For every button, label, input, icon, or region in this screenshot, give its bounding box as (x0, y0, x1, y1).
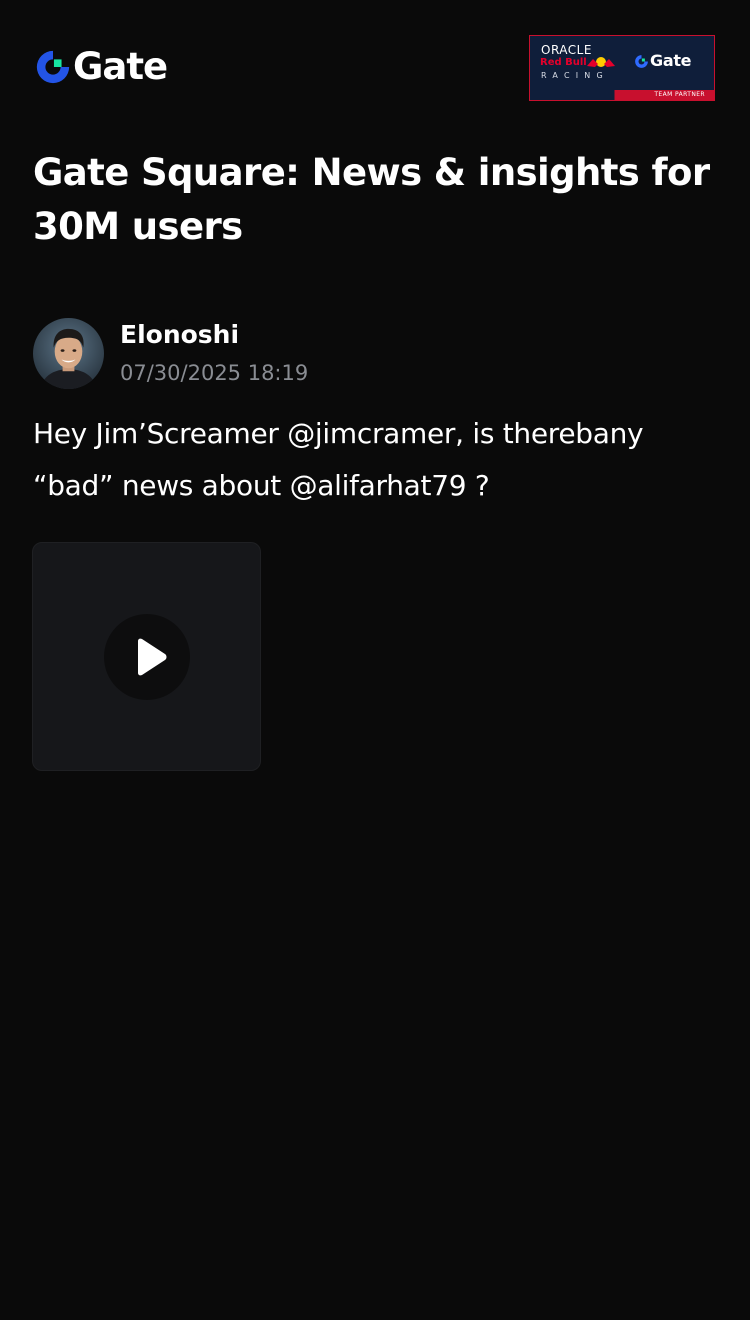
brand-name: Gate (73, 45, 168, 88)
team-partner-label: TEAM PARTNER (654, 91, 705, 98)
post-body: Hey Jim’Screamer @jimcramer, is thereban… (33, 417, 644, 502)
gate-logo-small-icon (635, 54, 648, 68)
author-name[interactable]: Elonoshi (120, 319, 239, 351)
gate-logo-icon (36, 50, 70, 84)
user-avatar[interactable] (33, 318, 104, 389)
redbull-bulls-icon (587, 57, 615, 67)
racing-label: RACING (541, 71, 609, 80)
brand-logo[interactable]: Gate (34, 45, 168, 88)
post-author: Elonoshi 07/30/2025 18:19 (33, 318, 723, 390)
video-thumbnail[interactable] (32, 542, 261, 771)
app-header: Gate ORACLE Red Bull RACING Gate TEAM PA… (0, 0, 750, 130)
partner-gate-logo: Gate (634, 51, 692, 71)
partner-gate-label: Gate (650, 51, 692, 70)
oracle-label: ORACLE (541, 43, 592, 57)
post-timestamp: 07/30/2025 18:19 (120, 361, 309, 385)
page-title: Gate Square: News & insights for 30M use… (33, 151, 710, 248)
play-button[interactable] (104, 614, 190, 700)
play-icon (138, 638, 167, 676)
redbull-label: Red Bull (540, 57, 587, 68)
partner-banner[interactable]: ORACLE Red Bull RACING Gate TEAM PARTNER (529, 35, 715, 101)
